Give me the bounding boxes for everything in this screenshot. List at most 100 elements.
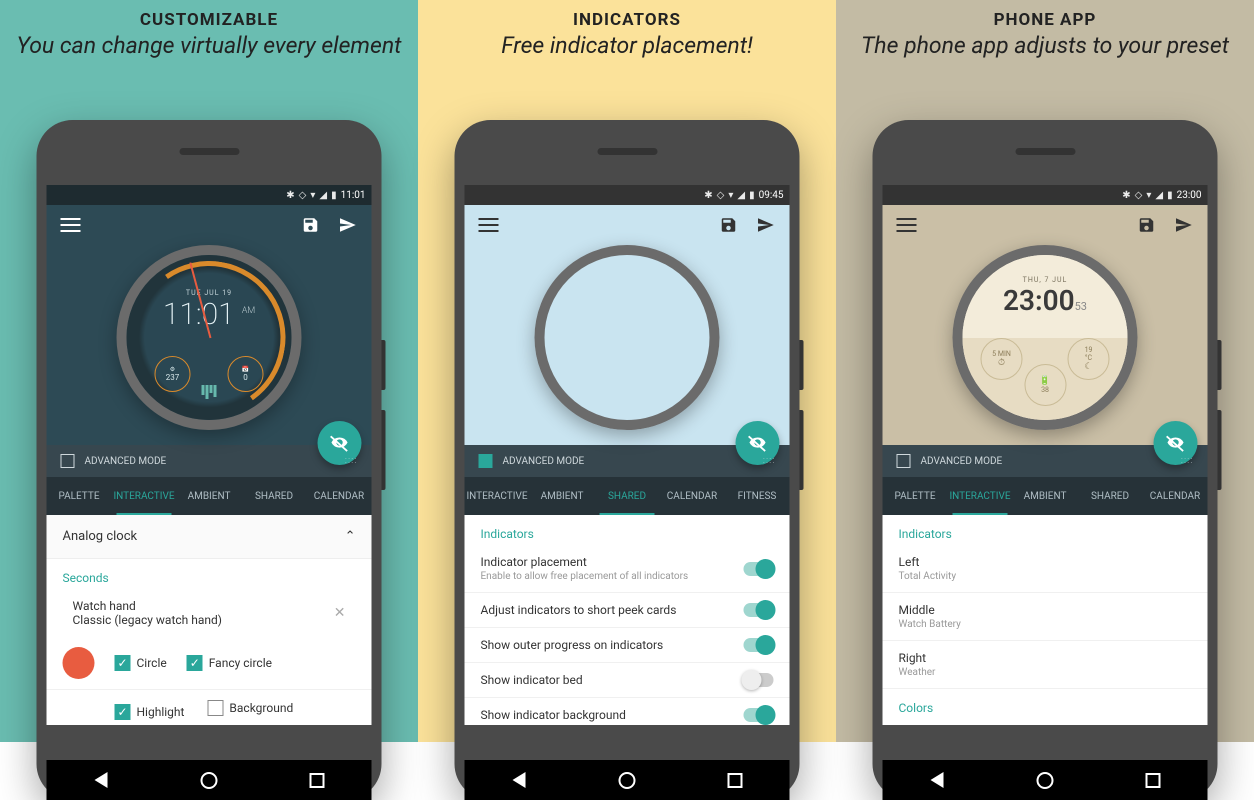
option-fancy-circle[interactable]: ✓Fancy circle bbox=[187, 655, 272, 671]
nav-recent[interactable] bbox=[306, 769, 328, 791]
advanced-label: ADVANCED MODE bbox=[503, 456, 585, 467]
phone-side-button bbox=[382, 340, 386, 390]
close-icon[interactable]: ✕ bbox=[334, 605, 346, 621]
nav-recent[interactable] bbox=[724, 769, 746, 791]
tab-bar: PALETTE INTERACTIVE AMBIENT SHARED CALEN… bbox=[47, 477, 372, 515]
chevron-up-icon: ⌃ bbox=[345, 529, 356, 544]
phone-screen: ✱ ◇ ▾ ◢ ▮ 09:45 bbox=[465, 185, 790, 725]
settings-content: Analog clock ⌃ Seconds Watch hand Classi… bbox=[47, 515, 372, 725]
watch-preview[interactable]: 👣57 19Jul bbox=[535, 245, 720, 430]
toggle-switch[interactable] bbox=[744, 562, 774, 576]
section-title: Indicators bbox=[883, 515, 1208, 545]
wifi-icon: ▾ bbox=[310, 190, 315, 201]
phone-side-button bbox=[382, 410, 386, 490]
phone-side-button bbox=[800, 340, 804, 390]
nav-home[interactable] bbox=[198, 769, 220, 791]
nav-recent[interactable] bbox=[1142, 769, 1164, 791]
drag-handle-icon[interactable]: :::: bbox=[345, 456, 358, 466]
toggle-switch[interactable] bbox=[744, 673, 774, 687]
send-icon[interactable] bbox=[756, 216, 776, 234]
toggle-switch[interactable] bbox=[744, 603, 774, 617]
send-icon[interactable] bbox=[338, 216, 358, 234]
panel-subtitle: The phone app adjusts to your preset bbox=[836, 32, 1254, 60]
save-icon[interactable] bbox=[302, 216, 320, 234]
watch-preview[interactable]: TUE JUL 19 11:01 AM ⚙237 📅0 bbox=[117, 245, 302, 430]
section-title: Indicators bbox=[465, 515, 790, 545]
setting-outer-progress[interactable]: Show outer progress on indicators bbox=[465, 628, 790, 663]
indicator-middle[interactable]: Middle Watch Battery bbox=[883, 593, 1208, 641]
section-title-colors: Colors bbox=[883, 689, 1208, 719]
setting-indicator-bed[interactable]: Show indicator bed bbox=[465, 663, 790, 698]
tab-ambient[interactable]: AMBIENT bbox=[177, 477, 242, 515]
settings-content: Indicators Left Total Activity Middle Wa… bbox=[883, 515, 1208, 719]
ring-mid: 38 bbox=[1041, 386, 1049, 394]
phone-frame: ✱ ◇ ▾ ◢ ▮ 23:00 bbox=[873, 120, 1218, 800]
preview-area: 👣57 19Jul ✓ ADVANCED MODE :::: INTERACTI… bbox=[465, 205, 790, 515]
indicator-right[interactable]: Right Weather bbox=[883, 641, 1208, 689]
toggle-switch[interactable] bbox=[744, 708, 774, 722]
tab-shared[interactable]: SHARED bbox=[1078, 477, 1143, 515]
signal-icon: ◢ bbox=[1155, 190, 1163, 201]
watch-date: TUE JUL 19 bbox=[127, 289, 292, 297]
nav-back[interactable] bbox=[90, 769, 112, 791]
menu-icon[interactable] bbox=[61, 218, 81, 232]
option-background[interactable]: Background bbox=[207, 700, 293, 716]
save-icon[interactable] bbox=[1138, 216, 1156, 234]
tab-shared[interactable]: SHARED bbox=[595, 477, 660, 515]
wifi-icon: ▾ bbox=[728, 190, 733, 201]
nav-home[interactable] bbox=[616, 769, 638, 791]
color-swatch[interactable] bbox=[63, 647, 95, 679]
menu-icon[interactable] bbox=[479, 218, 499, 232]
tab-interactive[interactable]: INTERACTIVE bbox=[465, 477, 530, 515]
setting-adjust-peek[interactable]: Adjust indicators to short peek cards bbox=[465, 593, 790, 628]
nav-home[interactable] bbox=[1034, 769, 1056, 791]
vibrate-icon: ◇ bbox=[717, 190, 725, 201]
tab-palette[interactable]: PALETTE bbox=[47, 477, 112, 515]
drag-handle-icon[interactable]: :::: bbox=[763, 456, 776, 466]
advanced-checkbox[interactable]: ✓ bbox=[479, 454, 493, 468]
watch-preview[interactable]: THU, 7 JUL 23:0053 5 MIN⏱ 🔋38 19°C☾ bbox=[953, 245, 1138, 430]
save-icon[interactable] bbox=[720, 216, 738, 234]
menu-icon[interactable] bbox=[897, 218, 917, 232]
battery-icon: ▮ bbox=[1167, 190, 1173, 201]
tab-calendar[interactable]: CALENDAR bbox=[307, 477, 372, 515]
tab-interactive[interactable]: INTERACTIVE bbox=[112, 477, 177, 515]
vibrate-icon: ◇ bbox=[1135, 190, 1143, 201]
panel-title: CUSTOMIZABLE bbox=[0, 10, 418, 30]
tab-fitness[interactable]: FITNESS bbox=[725, 477, 790, 515]
signal-icon: ◢ bbox=[319, 190, 327, 201]
watch-seconds: 53 bbox=[1075, 300, 1087, 313]
watch-hand-sub: Classic (legacy watch hand) bbox=[73, 613, 334, 627]
setting-indicator-placement[interactable]: Indicator placementEnable to allow free … bbox=[465, 545, 790, 593]
drag-handle-icon[interactable]: :::: bbox=[1181, 456, 1194, 466]
ring-right-unit: °C bbox=[1085, 354, 1092, 362]
advanced-checkbox[interactable] bbox=[897, 454, 911, 468]
tab-calendar[interactable]: CALENDAR bbox=[1143, 477, 1208, 515]
watch-date: THU, 7 JUL bbox=[1023, 276, 1068, 284]
option-circle[interactable]: ✓Circle bbox=[115, 655, 167, 671]
nav-back[interactable] bbox=[508, 769, 530, 791]
nav-back[interactable] bbox=[926, 769, 948, 791]
watch-hand-row[interactable]: Watch hand Classic (legacy watch hand) ✕ bbox=[47, 589, 372, 637]
phone-side-button bbox=[1218, 340, 1222, 390]
setting-indicator-background[interactable]: Show indicator background bbox=[465, 698, 790, 725]
panel-phone-app: PHONE APP The phone app adjusts to your … bbox=[836, 0, 1254, 742]
ring-left: 5 MIN bbox=[992, 350, 1011, 358]
toggle-switch[interactable] bbox=[744, 638, 774, 652]
expander-analog-clock[interactable]: Analog clock ⌃ bbox=[47, 515, 372, 559]
status-time: 23:00 bbox=[1177, 190, 1202, 201]
tab-palette[interactable]: PALETTE bbox=[883, 477, 948, 515]
advanced-label: ADVANCED MODE bbox=[921, 456, 1003, 467]
tab-ambient[interactable]: AMBIENT bbox=[1013, 477, 1078, 515]
tab-calendar[interactable]: CALENDAR bbox=[660, 477, 725, 515]
send-icon[interactable] bbox=[1174, 216, 1194, 234]
tab-shared[interactable]: SHARED bbox=[242, 477, 307, 515]
indicator-left[interactable]: Left Total Activity bbox=[883, 545, 1208, 593]
tab-ambient[interactable]: AMBIENT bbox=[530, 477, 595, 515]
tab-interactive[interactable]: INTERACTIVE bbox=[948, 477, 1013, 515]
panel-header: PHONE APP The phone app adjusts to your … bbox=[836, 10, 1254, 60]
advanced-checkbox[interactable] bbox=[61, 454, 75, 468]
status-bar: ✱ ◇ ▾ ◢ ▮ 11:01 bbox=[47, 185, 372, 205]
status-time: 09:45 bbox=[759, 190, 784, 201]
option-highlight[interactable]: ✓Highlight bbox=[115, 704, 185, 720]
